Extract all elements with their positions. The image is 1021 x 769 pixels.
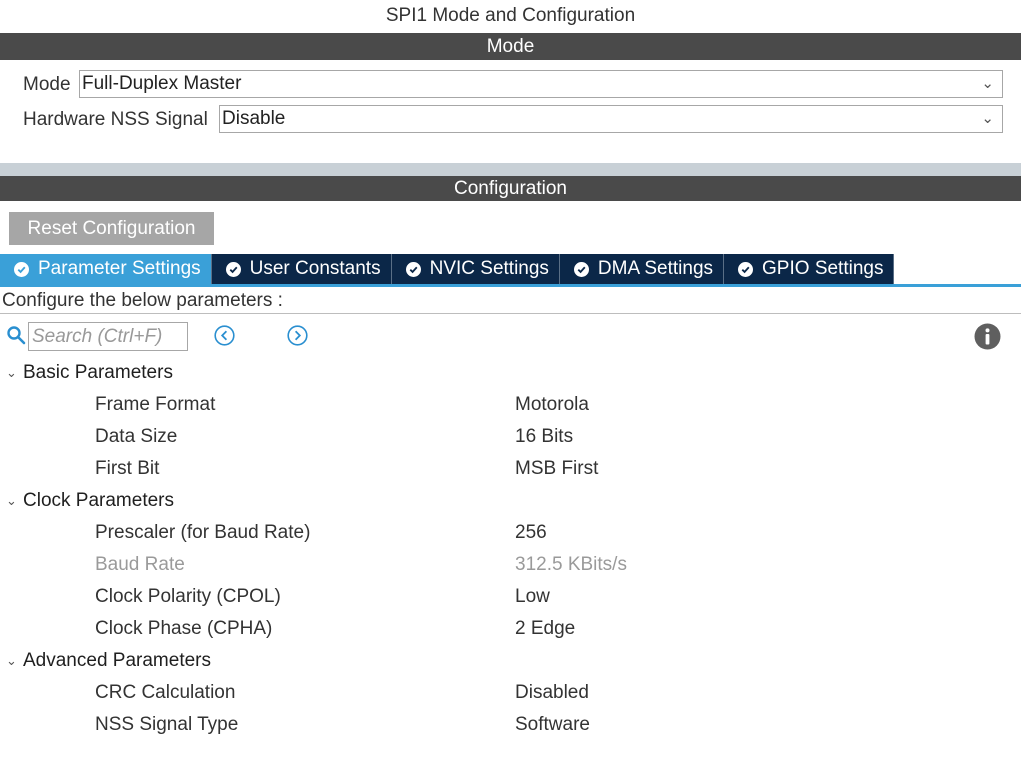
param-row-data-size[interactable]: Data Size 16 Bits [0,421,1021,453]
configuration-section-header: Configuration [0,176,1021,201]
section-divider [0,163,1021,176]
group-clock-parameters[interactable]: ⌄ Clock Parameters [0,485,1021,517]
mode-label: Mode [23,74,71,95]
param-value[interactable]: 256 [515,517,547,549]
check-circle-icon [225,261,241,277]
window-title: SPI1 Mode and Configuration [385,5,636,26]
param-name: NSS Signal Type [95,714,239,735]
chevron-down-icon: ⌄ [981,75,994,92]
tab-label: DMA Settings [597,258,714,279]
param-name: Clock Polarity (CPOL) [95,586,281,607]
param-row-crc-calculation[interactable]: CRC Calculation Disabled [0,677,1021,709]
param-value[interactable]: MSB First [515,453,598,485]
param-value[interactable]: Disabled [515,677,589,709]
param-row-clock-phase[interactable]: Clock Phase (CPHA) 2 Edge [0,613,1021,645]
param-row-clock-polarity[interactable]: Clock Polarity (CPOL) Low [0,581,1021,613]
param-value[interactable]: Software [515,709,590,741]
check-circle-icon [573,261,589,277]
param-name: Data Size [95,426,178,447]
param-name: First Bit [95,458,160,479]
param-value[interactable]: Motorola [515,389,589,421]
param-row-nss-signal-type[interactable]: NSS Signal Type Software [0,709,1021,741]
hardware-nss-select-value: Disable [222,108,286,129]
param-name: CRC Calculation [95,682,236,703]
tab-label: Parameter Settings [38,258,201,279]
info-icon[interactable] [974,323,1001,350]
hardware-nss-select[interactable]: Disable ⌄ [219,105,1003,133]
search-icon[interactable] [6,325,26,345]
tab-dma-settings[interactable]: DMA Settings [559,254,725,284]
param-name: Prescaler (for Baud Rate) [95,522,311,543]
mode-select-value: Full-Duplex Master [82,73,242,94]
chevron-down-icon: ⌄ [6,365,17,380]
config-tabs: Parameter Settings User Constants NVIC S… [0,254,895,284]
chevron-right-circle-icon[interactable] [287,325,308,346]
tab-label: NVIC Settings [429,258,549,279]
reset-configuration-button[interactable]: Reset Configuration [9,212,214,245]
tab-label: User Constants [249,258,381,279]
tab-user-constants[interactable]: User Constants [211,254,392,284]
group-basic-parameters[interactable]: ⌄ Basic Parameters [0,357,1021,389]
param-row-prescaler[interactable]: Prescaler (for Baud Rate) 256 [0,517,1021,549]
tab-gpio-settings[interactable]: GPIO Settings [724,254,895,284]
param-name: Baud Rate [95,554,185,575]
check-circle-icon [738,261,754,277]
chevron-down-icon: ⌄ [981,110,994,127]
param-value[interactable]: Low [515,581,550,613]
mode-select[interactable]: Full-Duplex Master ⌄ [79,70,1003,98]
chevron-down-icon: ⌄ [6,653,17,668]
group-label: Advanced Parameters [23,650,211,671]
tab-label: GPIO Settings [762,258,884,279]
param-value: 312.5 KBits/s [515,554,627,575]
check-circle-icon [405,261,421,277]
tab-parameter-settings[interactable]: Parameter Settings [0,254,212,284]
chevron-down-icon: ⌄ [6,493,17,508]
instruction-text: Configure the below parameters : [0,288,1021,314]
param-value[interactable]: 2 Edge [515,613,575,645]
param-name: Frame Format [95,394,216,415]
group-label: Basic Parameters [23,362,173,383]
param-name: Clock Phase (CPHA) [95,618,273,639]
param-row-frame-format[interactable]: Frame Format Motorola [0,389,1021,421]
param-row-baud-rate: Baud Rate 312.5 KBits/s [0,549,1021,581]
tab-nvic-settings[interactable]: NVIC Settings [391,254,560,284]
search-input[interactable]: Search (Ctrl+F) [28,322,188,351]
hardware-nss-label: Hardware NSS Signal [23,109,208,130]
chevron-left-circle-icon[interactable] [214,325,235,346]
check-circle-icon [14,261,29,277]
group-advanced-parameters[interactable]: ⌄ Advanced Parameters [0,645,1021,677]
param-value[interactable]: 16 Bits [515,421,573,453]
tab-underline [0,284,1021,287]
mode-section-header: Mode [0,33,1021,60]
param-row-first-bit[interactable]: First Bit MSB First [0,453,1021,485]
group-label: Clock Parameters [23,490,174,511]
